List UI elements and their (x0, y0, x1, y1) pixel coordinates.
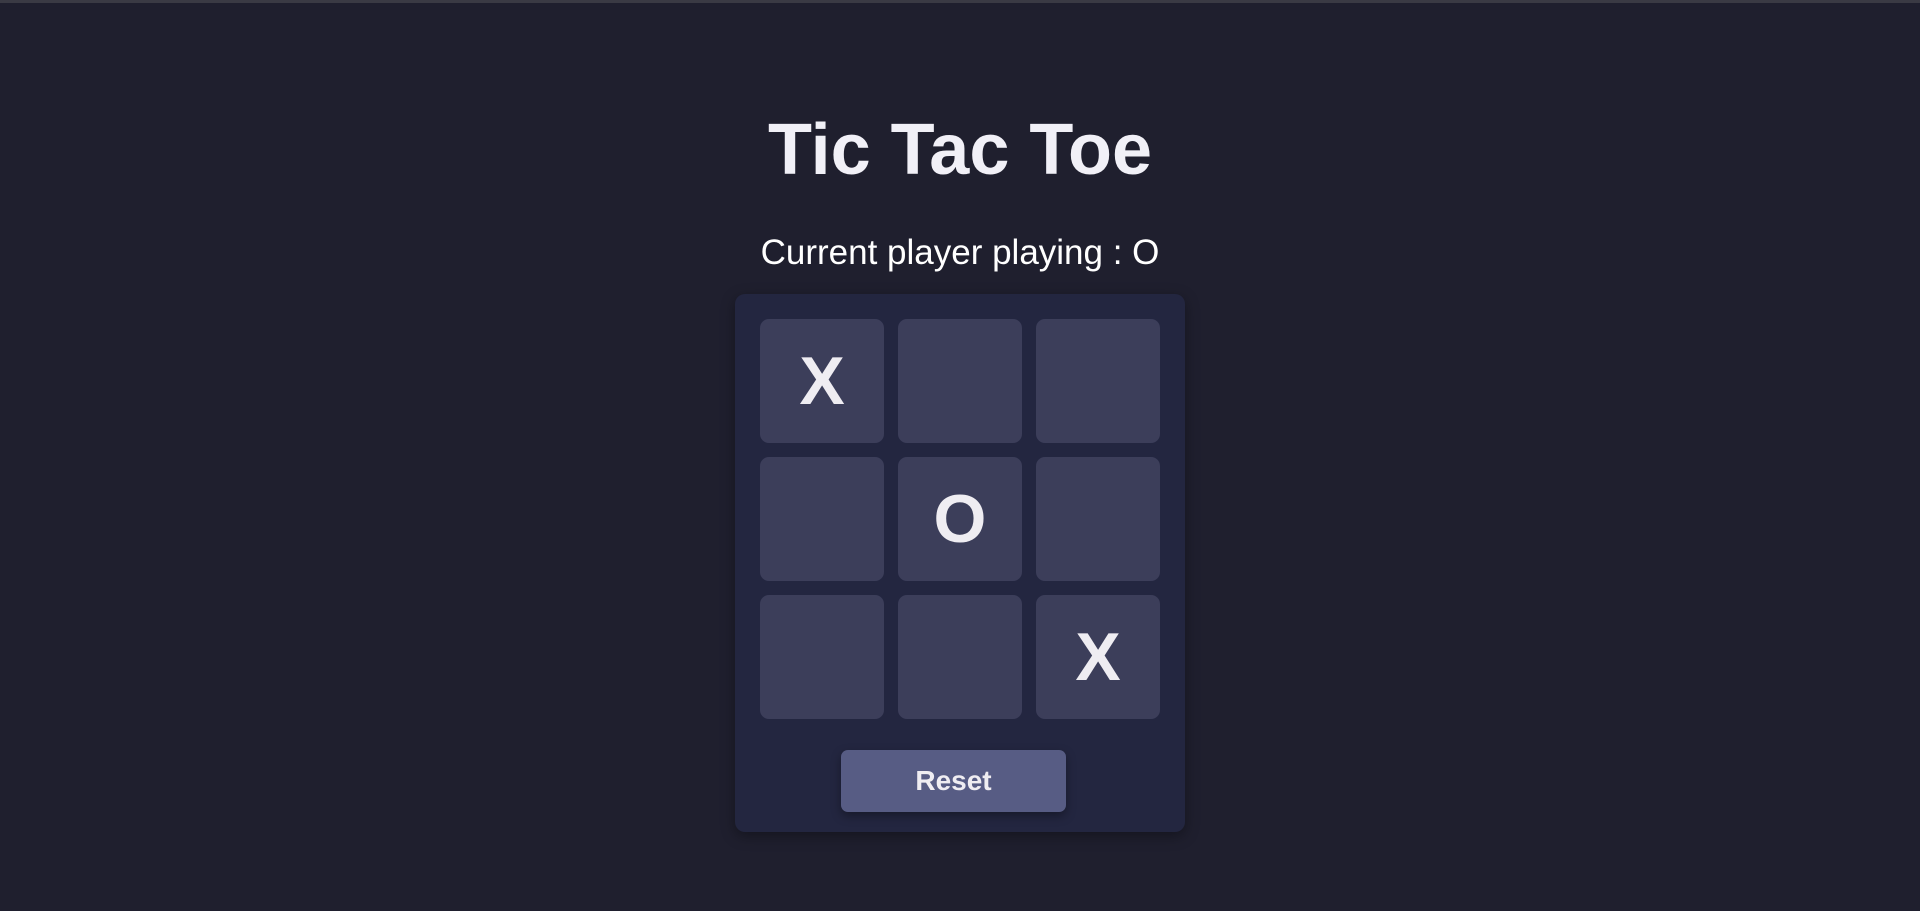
game-board-grid: X O X (760, 319, 1160, 719)
board-cell-4[interactable] (760, 457, 884, 581)
board-cell-9[interactable]: X (1036, 595, 1160, 719)
board-cell-1[interactable]: X (760, 319, 884, 443)
board-cell-3[interactable] (1036, 319, 1160, 443)
board-cell-8[interactable] (898, 595, 1022, 719)
current-player-status: Current player playing : O (760, 233, 1160, 272)
page-title: Tic Tac Toe (767, 110, 1153, 190)
reset-button[interactable]: Reset (841, 750, 1066, 812)
board-cell-6[interactable] (1036, 457, 1160, 581)
browser-top-border (0, 0, 1920, 3)
board-cell-7[interactable] (760, 595, 884, 719)
game-board-card: X O X Reset (735, 294, 1185, 832)
board-cell-2[interactable] (898, 319, 1022, 443)
board-cell-5[interactable]: O (898, 457, 1022, 581)
